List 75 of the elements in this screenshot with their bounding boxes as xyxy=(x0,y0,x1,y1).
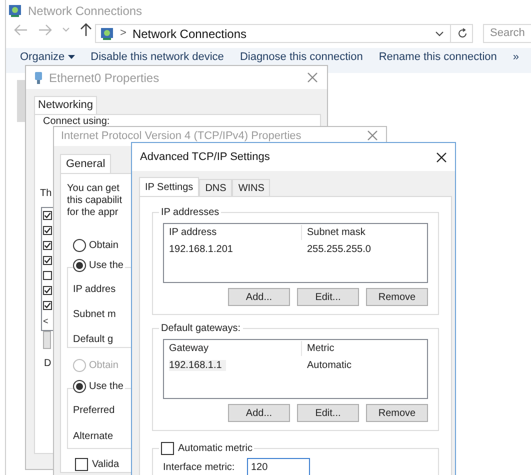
toolbar-command[interactable]: Rename this connection xyxy=(378,51,497,63)
close-icon[interactable] xyxy=(436,152,447,162)
network-icon xyxy=(100,26,114,40)
radio-label: Use the xyxy=(89,380,124,394)
tab[interactable]: WINS xyxy=(232,179,270,196)
refresh-icon[interactable] xyxy=(457,28,468,39)
window-title: Internet Protocol Version 4 (TCP/IPv4) Properties xyxy=(61,130,302,142)
network-icon xyxy=(8,4,22,18)
table-cell-text: Automatic xyxy=(306,358,352,372)
field-label: Preferred xyxy=(73,404,115,418)
window-title: Advanced TCP/IP Settings xyxy=(140,150,270,165)
table-cell: 192.168.1.1 xyxy=(164,358,302,372)
window-title: Network Connections xyxy=(28,3,142,20)
field-label: IP addres xyxy=(73,283,116,297)
checkbox[interactable] xyxy=(43,226,52,235)
tab[interactable]: DNS xyxy=(199,179,232,196)
radio-label: Use the xyxy=(89,259,124,273)
breadcrumb-separator: > xyxy=(120,26,126,42)
field-label: Connect using: xyxy=(43,116,110,127)
toolbar-command[interactable]: Disable this network device xyxy=(90,51,224,63)
toolbar-command[interactable]: Diagnose this connection xyxy=(240,51,363,63)
search-field[interactable]: Search xyxy=(483,24,531,43)
field-label: Interface metric: xyxy=(163,460,235,474)
dialog-button[interactable]: Add... xyxy=(228,288,290,306)
dialog-button[interactable]: Edit... xyxy=(297,288,359,306)
dialog-button[interactable]: Edit... xyxy=(297,404,359,422)
field-label: Alternate xyxy=(73,430,114,444)
checkbox[interactable] xyxy=(43,256,52,265)
list-view[interactable]: IP address Subnet mask 192.168.1.201 255.255.255.0 xyxy=(163,223,428,283)
field-label: Subnet m xyxy=(73,308,116,322)
description-text: for the appr xyxy=(67,207,118,219)
group-label: Default gateways: xyxy=(160,322,242,336)
column-header[interactable]: Gateway xyxy=(164,341,302,356)
column-header[interactable]: Metric xyxy=(302,341,334,356)
group-label: IP addresses xyxy=(160,206,220,220)
scroll-arrow[interactable]: < xyxy=(43,316,48,326)
up-arrow-icon[interactable] xyxy=(80,23,92,37)
table-cell-text: 192.168.1.201 xyxy=(168,242,234,256)
dialog-button[interactable]: Remove xyxy=(366,288,428,306)
column-header[interactable]: Subnet mask xyxy=(302,225,366,240)
interface-metric-field[interactable]: 120 xyxy=(247,458,310,475)
checkbox-label: Valida xyxy=(92,458,120,472)
field-label: Default g xyxy=(73,333,114,347)
checkbox[interactable] xyxy=(43,241,52,250)
breadcrumb[interactable]: Network Connections xyxy=(132,24,246,42)
checkbox[interactable] xyxy=(43,286,52,295)
window-title: Ethernet0 Properties xyxy=(49,70,160,86)
tab[interactable]: Networking xyxy=(34,96,98,114)
list-view[interactable]: Gateway Metric 192.168.1.1 Automatic xyxy=(163,339,428,399)
checkbox[interactable] xyxy=(75,458,88,471)
description-text: You can get xyxy=(67,183,120,195)
radio-button[interactable] xyxy=(73,239,86,252)
tab[interactable]: IP Settings xyxy=(139,177,200,196)
caret-icon xyxy=(68,55,75,59)
table-cell-text: 255.255.255.0 xyxy=(306,242,371,256)
radio-label: Obtain xyxy=(89,239,118,253)
radio-label: Obtain xyxy=(89,359,118,373)
checkbox[interactable] xyxy=(43,211,52,220)
tab[interactable]: General xyxy=(60,154,112,173)
more-commands[interactable]: » xyxy=(512,51,519,63)
checkbox[interactable] xyxy=(43,301,52,310)
checkbox-label: Automatic metric xyxy=(178,442,252,456)
network-adapter-icon xyxy=(34,70,43,84)
description-text: this capabilit xyxy=(67,195,122,207)
field-label: Th xyxy=(40,188,52,200)
radio-button[interactable] xyxy=(73,259,86,272)
chevron-down-icon[interactable] xyxy=(435,30,444,36)
toolbar-command[interactable]: Organize xyxy=(20,51,75,63)
address-bar[interactable]: > Network Connections xyxy=(95,24,473,43)
checkbox[interactable] xyxy=(161,442,174,455)
dialog-button[interactable]: Remove xyxy=(366,404,428,422)
radio-button[interactable] xyxy=(73,380,86,393)
checkbox[interactable] xyxy=(43,271,52,280)
dialog-button[interactable]: Add... xyxy=(228,404,290,422)
column-header[interactable]: IP address xyxy=(164,225,302,240)
